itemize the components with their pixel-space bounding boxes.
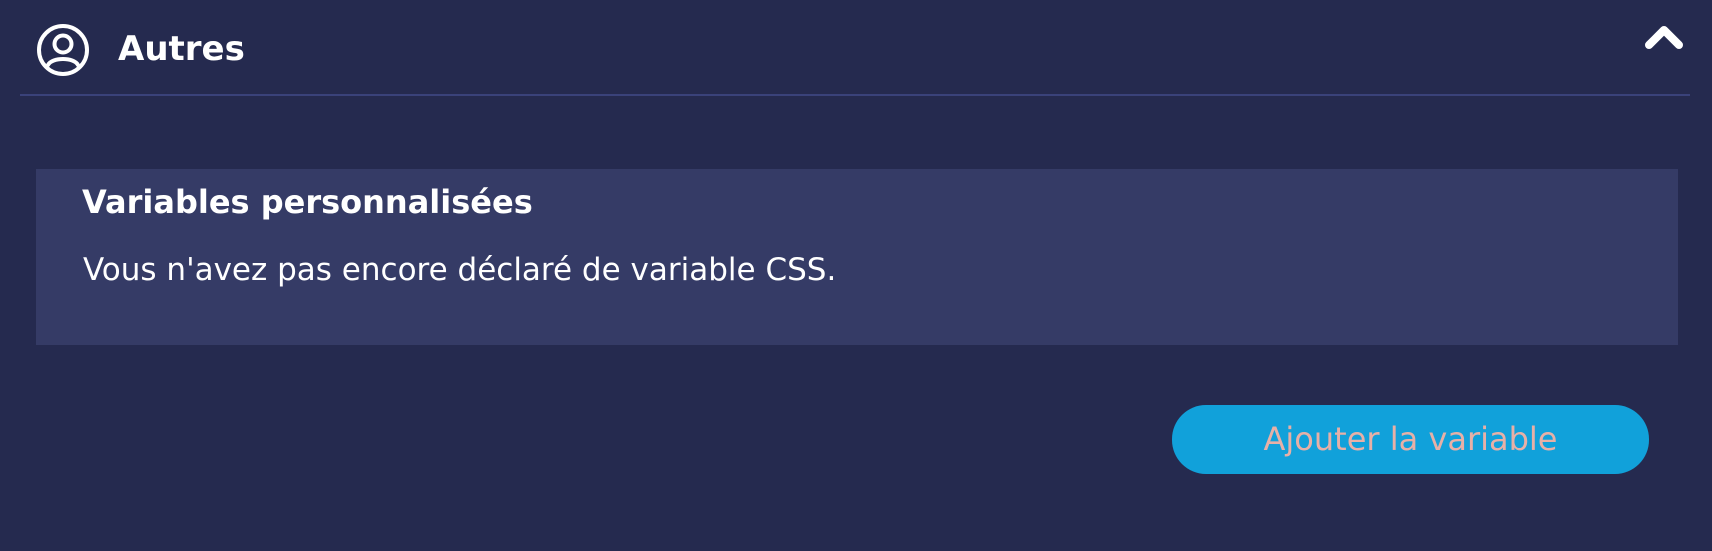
custom-variables-card: Variables personnalisées Vous n'avez pas… <box>36 169 1678 345</box>
chevron-up-icon[interactable] <box>1642 20 1686 54</box>
others-settings-panel: Autres Variables personnalisées Vous n'a… <box>0 0 1712 551</box>
section-title: Autres <box>118 29 245 69</box>
user-circle-icon <box>37 24 89 76</box>
section-header[interactable]: Autres <box>20 0 1690 96</box>
add-variable-button[interactable]: Ajouter la variable <box>1172 405 1649 474</box>
custom-variables-title: Variables personnalisées <box>82 183 533 221</box>
empty-variables-message: Vous n'avez pas encore déclaré de variab… <box>83 252 837 288</box>
